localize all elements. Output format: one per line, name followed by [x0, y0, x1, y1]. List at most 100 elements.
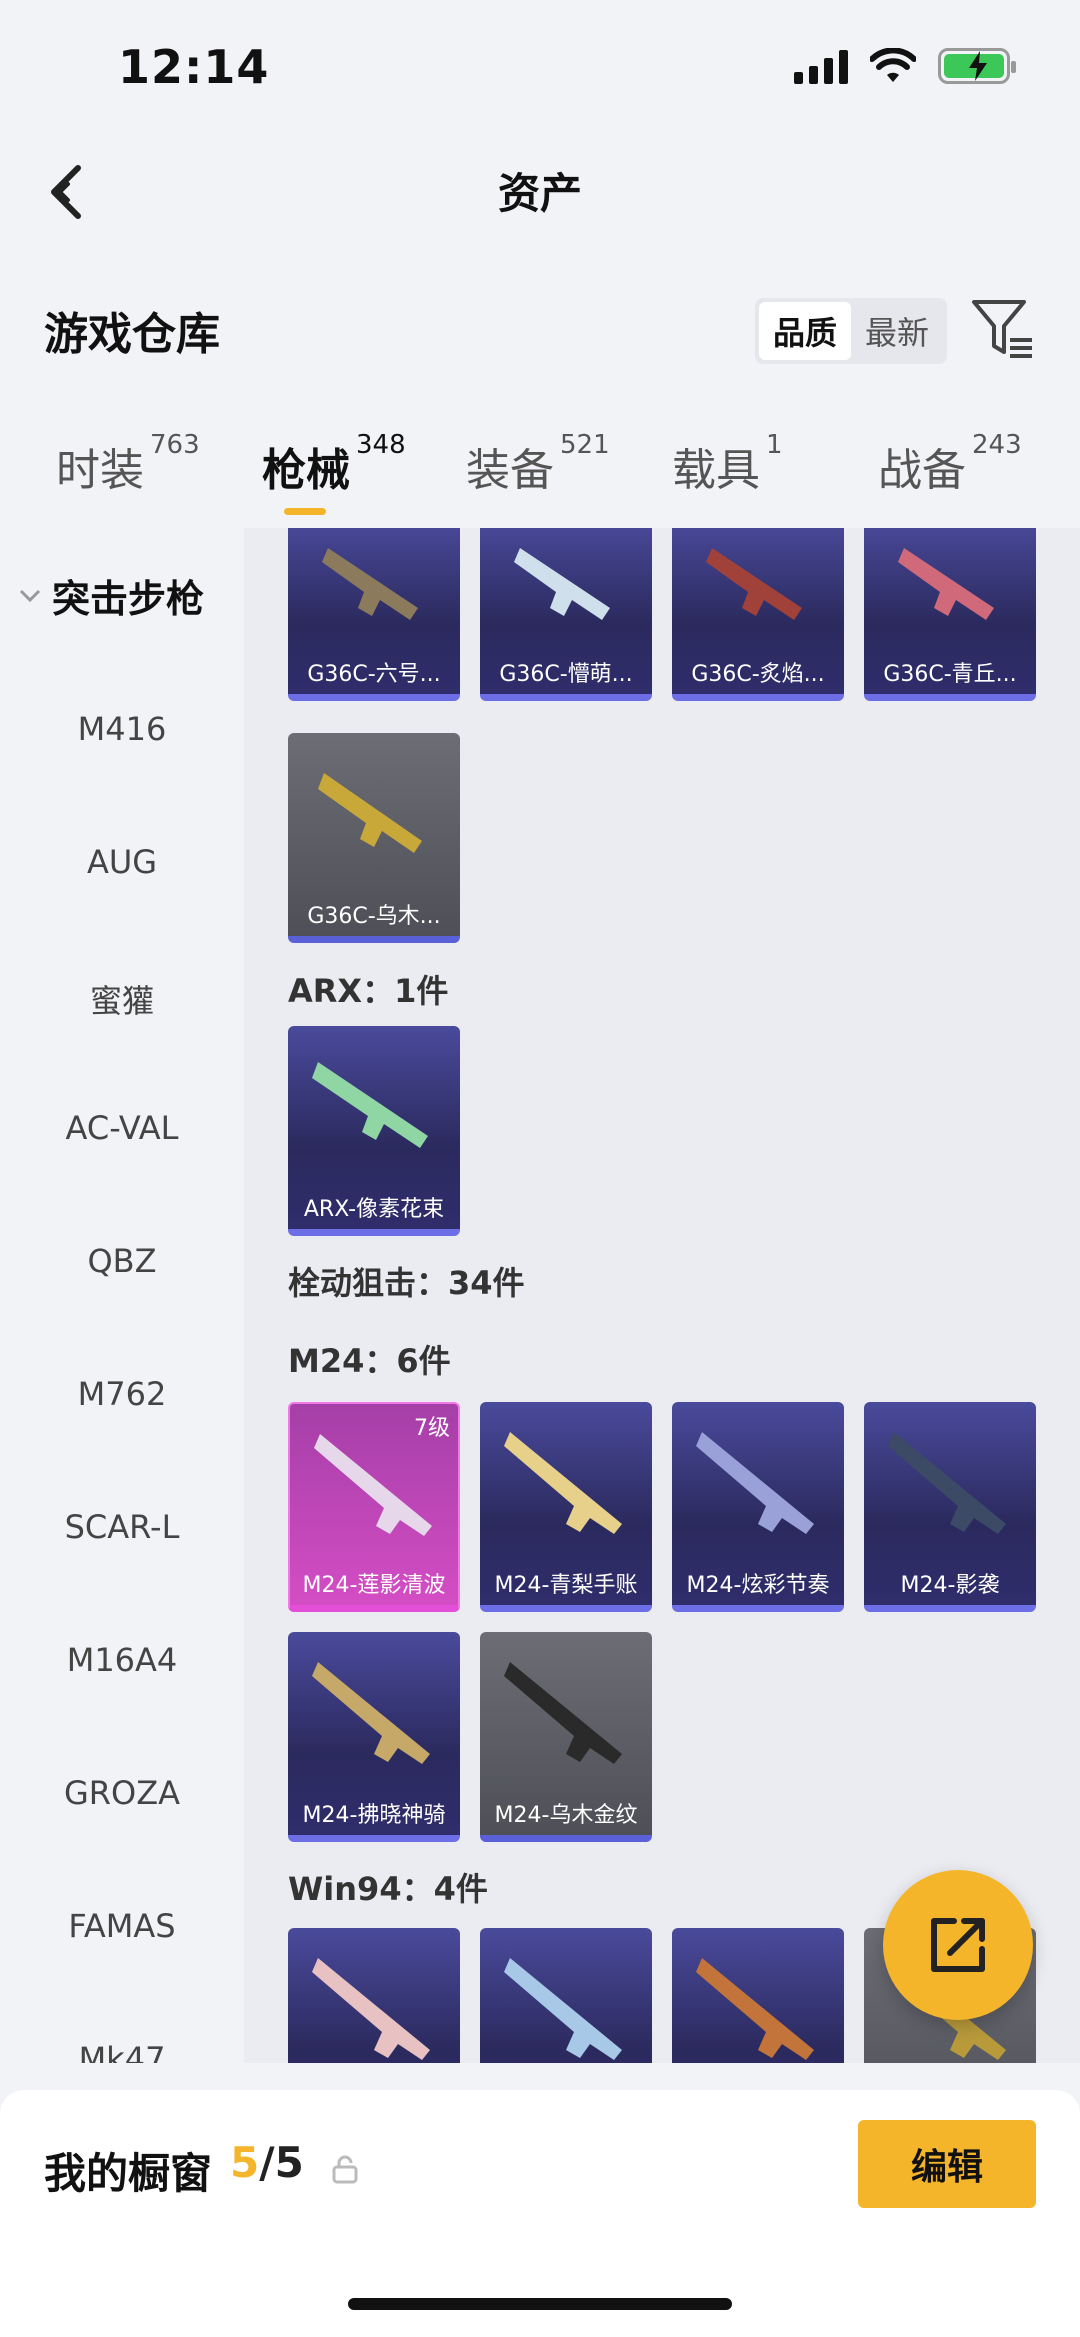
weapon-card[interactable]: M24-乌木金纹 [480, 1632, 652, 1842]
sidebar-item-m416[interactable]: M416 [0, 710, 244, 748]
category-tabs: 时装 763 枪械 348 装备 521 载具 1 战备 243 [0, 420, 1080, 530]
tab-count: 348 [356, 430, 406, 460]
section-title-arx: ARX：1件 [288, 972, 449, 1010]
tab-vehicles[interactable]: 载具 1 [672, 430, 783, 498]
battery-icon [938, 48, 1016, 84]
rifle-icon [514, 548, 610, 620]
weapon-card[interactable] [480, 1928, 652, 2063]
weapon-card-name: M24-乌木金纹 [494, 1803, 638, 1828]
rifle-icon [504, 1958, 622, 2060]
sidebar-item-scar-l[interactable]: SCAR-L [0, 1508, 244, 1546]
status-icons [794, 48, 1016, 84]
rifle-icon [312, 1958, 430, 2060]
warehouse-title: 游戏仓库 [44, 309, 220, 360]
tab-label: 装备 [466, 445, 554, 496]
rifle-icon [318, 773, 422, 853]
sort-latest-button[interactable]: 最新 [851, 302, 943, 360]
weapon-grid: G36C-六号... G36C-懵萌... G36C-炙焰... G36C-青丘… [244, 528, 1080, 2063]
tab-fashion[interactable]: 时装 763 [56, 430, 200, 498]
showcase-count-current: 5 [230, 2138, 260, 2187]
weapon-card-name: M24-炫彩节奏 [686, 1573, 830, 1598]
sidebar-item-ac-val[interactable]: AC-VAL [0, 1109, 244, 1147]
weapon-card-name: M24-莲影清波 [302, 1573, 446, 1598]
weapon-card[interactable]: 7级 M24-莲影清波 [288, 1402, 460, 1612]
section-title-win94: Win94：4件 [288, 1870, 488, 1908]
page-title: 资产 [497, 169, 582, 218]
sniper-rifle-icon [312, 1662, 430, 1764]
tab-combat-gear[interactable]: 战备 243 [878, 430, 1022, 498]
tab-count: 243 [972, 430, 1022, 460]
weapon-card[interactable]: ARX-像素花束 [288, 1026, 460, 1236]
nav-bar: 资产 [0, 130, 1080, 250]
tab-count: 521 [560, 430, 610, 460]
tab-label: 时装 [56, 445, 144, 496]
weapon-card[interactable]: G36C-炙焰... [672, 528, 844, 701]
section-title-bolt-action: 栓动狙击：34件 [288, 1264, 525, 1302]
tab-label: 枪械 [262, 445, 350, 496]
sidebar-item-m16a4[interactable]: M16A4 [0, 1641, 244, 1679]
weapon-card-name: G36C-青丘... [883, 662, 1017, 687]
sidebar-item-groza[interactable]: GROZA [0, 1774, 244, 1812]
weapon-card[interactable] [288, 1928, 460, 2063]
showcase-label: 我的橱窗 [44, 2149, 213, 2198]
sidebar-item-m762[interactable]: M762 [0, 1375, 244, 1413]
weapon-card[interactable]: M24-青梨手账 [480, 1402, 652, 1612]
weapon-card[interactable]: M24-炫彩节奏 [672, 1402, 844, 1612]
wifi-icon [870, 48, 916, 82]
weapon-card[interactable]: G36C-青丘... [864, 528, 1036, 701]
weapon-card[interactable]: G36C-六号... [288, 528, 460, 701]
chevron-down-icon [19, 589, 41, 602]
rifle-icon [322, 548, 418, 620]
weapon-card-name: G36C-乌木... [307, 904, 441, 929]
weapon-card[interactable]: M24-拂晓神骑 [288, 1632, 460, 1842]
lock-icon[interactable] [330, 2154, 360, 2184]
sniper-rifle-icon [888, 1432, 1006, 1534]
sidebar-category-assault-rifle[interactable]: 突击步枪 [18, 568, 204, 623]
weapon-card[interactable]: G36C-乌木... [288, 733, 460, 943]
weapon-card[interactable]: G36C-懵萌... [480, 528, 652, 701]
tab-indicator [284, 508, 326, 515]
rifle-icon [312, 1062, 428, 1148]
weapon-card-name: ARX-像素花束 [303, 1197, 445, 1222]
signal-icon [794, 48, 848, 84]
tab-count: 763 [150, 430, 200, 460]
status-time: 12:14 [118, 40, 270, 94]
weapon-card-name: M24-影袭 [900, 1573, 1000, 1598]
sniper-rifle-icon [504, 1432, 622, 1534]
showcase-count: 5/5 [230, 2138, 304, 2187]
tab-count: 1 [766, 430, 783, 460]
rifle-icon [696, 1958, 814, 2060]
level-badge: 7级 [414, 1416, 450, 1441]
sidebar-item-mk47[interactable]: Mk47 [0, 2040, 244, 2063]
sniper-rifle-icon [696, 1432, 814, 1534]
tab-label: 载具 [672, 445, 760, 496]
filter-icon[interactable] [970, 296, 1036, 362]
weapon-card-name: M24-青梨手账 [494, 1573, 638, 1598]
edit-button[interactable]: 编辑 [858, 2120, 1036, 2208]
home-indicator [348, 2298, 732, 2310]
section-title-m24: M24：6件 [288, 1342, 451, 1380]
share-button[interactable] [883, 1870, 1033, 2020]
weapon-card[interactable]: M24-影袭 [864, 1402, 1036, 1612]
tab-equipment[interactable]: 装备 521 [466, 430, 610, 498]
sort-toggle: 品质 最新 [755, 298, 947, 364]
sidebar-item-honey-badger[interactable]: 蜜獾 [0, 976, 244, 1022]
weapon-type-sidebar: 突击步枪 M416 AUG 蜜獾 AC-VAL QBZ M762 SCAR-L … [0, 528, 244, 2063]
tab-guns[interactable]: 枪械 348 [262, 430, 406, 498]
sidebar-item-qbz[interactable]: QBZ [0, 1242, 244, 1280]
rifle-icon [898, 548, 994, 620]
share-icon [931, 1918, 985, 1972]
tab-label: 战备 [878, 445, 966, 496]
weapon-card-name: G36C-炙焰... [691, 662, 825, 687]
sidebar-item-famas[interactable]: FAMAS [0, 1907, 244, 1945]
weapon-card-name: M24-拂晓神骑 [302, 1803, 446, 1828]
showcase-count-total: /5 [259, 2138, 304, 2187]
weapon-card-name: G36C-六号... [307, 662, 441, 687]
sidebar-item-aug[interactable]: AUG [0, 843, 244, 881]
sidebar-category-label: 突击步枪 [52, 577, 205, 621]
weapon-card[interactable] [672, 1928, 844, 2063]
sniper-rifle-icon [504, 1662, 622, 1764]
rifle-icon [706, 548, 802, 620]
status-bar: 12:14 [0, 0, 1080, 130]
sort-quality-button[interactable]: 品质 [759, 302, 851, 360]
